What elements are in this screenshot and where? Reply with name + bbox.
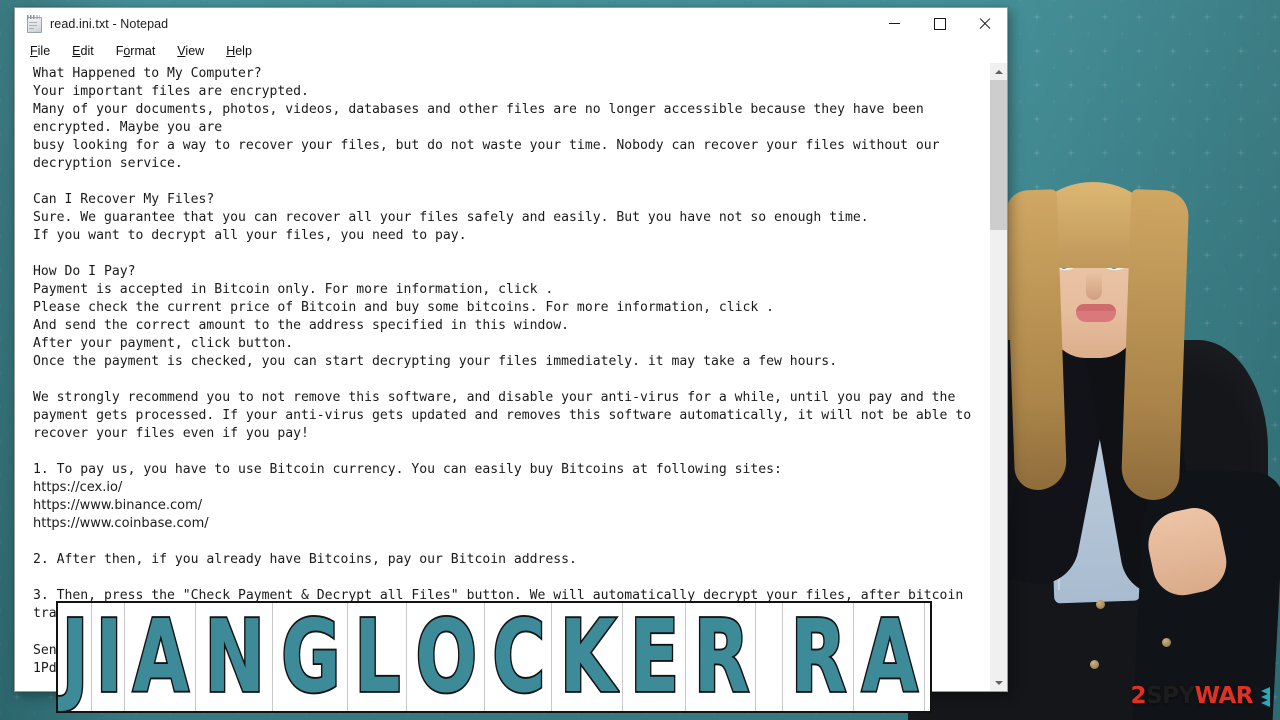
2spyware-logo: 2 SPY WAR: [1131, 685, 1270, 708]
menu-view[interactable]: View: [177, 44, 204, 58]
banner-letter-cell: A: [854, 603, 925, 711]
banner-letter: E: [628, 601, 680, 713]
banner-letter-cell: N: [925, 603, 930, 711]
note-line: How Do I Pay?: [33, 264, 136, 280]
scrollbar-thumb[interactable]: [990, 80, 1007, 230]
note-line: [33, 569, 989, 587]
note-line: What Happened to My Computer?: [33, 66, 262, 81]
note-line: After your payment, click button.: [33, 336, 294, 352]
note-line: Sure. We guarantee that you can recover …: [33, 210, 869, 226]
banner-letter: J: [60, 601, 90, 713]
note-line: Please check the current price of Bitcoi…: [33, 300, 775, 316]
banner-letter-cell: C: [485, 603, 552, 711]
banner-letter-cell: G: [273, 601, 349, 713]
banner-letter-cell: J: [58, 603, 92, 711]
note-line: Can I Recover My Files?: [33, 192, 215, 208]
banner-letter-cell: O: [407, 603, 485, 711]
note-line: [33, 173, 989, 191]
window-controls[interactable]: [872, 8, 1007, 39]
note-line: https://www.coinbase.com/: [33, 516, 209, 532]
note-line: [33, 533, 989, 551]
minimize-button[interactable]: [872, 8, 917, 39]
banner-word-gap: [756, 603, 784, 711]
note-line: [33, 443, 989, 461]
vertical-scrollbar[interactable]: [989, 63, 1007, 691]
banner-letter: R: [790, 601, 849, 713]
scroll-down-arrow-icon[interactable]: [990, 674, 1007, 691]
ransomware-title-banner: JIANGLOCKERRANSOMWARE: [56, 601, 932, 713]
menu-help[interactable]: Help: [226, 44, 252, 58]
banner-letter: R: [692, 601, 751, 713]
close-button[interactable]: [962, 8, 1007, 39]
banner-letter-cell: R: [783, 603, 854, 711]
note-line: Many of your documents, photos, videos, …: [33, 102, 924, 118]
logo-e-icon: [1254, 686, 1270, 707]
banner-letter: L: [353, 601, 402, 713]
note-line: And send the correct amount to the addre…: [33, 318, 570, 334]
note-line: encrypted. Maybe you are: [33, 120, 223, 136]
notepad-title-bar[interactable]: read.ini.txt - Notepad: [15, 8, 1007, 39]
note-line: payment gets processed. If your anti-vir…: [33, 408, 972, 424]
banner-letter: O: [414, 601, 478, 713]
note-line: 2. After then, if you already have Bitco…: [33, 552, 577, 568]
banner-letter-cell: R: [686, 603, 757, 711]
note-line: decryption service.: [33, 156, 183, 172]
logo-spy: SPY: [1146, 683, 1195, 709]
window-title: read.ini.txt - Notepad: [50, 16, 169, 31]
note-line: [33, 371, 989, 389]
note-line: Once the payment is checked, you can sta…: [33, 354, 838, 370]
banner-letter-cell: A: [125, 601, 197, 713]
note-line: 1. To pay us, you have to use Bitcoin cu…: [33, 462, 782, 478]
note-line: If you want to decrypt all your files, y…: [33, 228, 467, 244]
note-line: Your important files are encrypted.: [33, 84, 309, 100]
notepad-window[interactable]: read.ini.txt - Notepad File Edit Format …: [14, 7, 1008, 692]
screenshot-root: read.ini.txt - Notepad File Edit Format …: [0, 0, 1280, 720]
notepad-text-area-wrapper[interactable]: What Happened to My Computer? Your import…: [15, 62, 1007, 691]
note-line: busy looking for a way to recover your f…: [33, 138, 940, 154]
note-line: We strongly recommend you to not remove …: [33, 390, 956, 406]
maximize-button[interactable]: [917, 8, 962, 39]
scroll-up-arrow-icon[interactable]: [990, 63, 1007, 80]
note-line: Payment is accepted in Bitcoin only. For…: [33, 282, 554, 298]
logo-digit: 2: [1130, 683, 1147, 709]
note-line: [33, 245, 989, 263]
banner-letter-cell: L: [348, 601, 407, 713]
menu-file[interactable]: File: [30, 44, 50, 58]
banner-letter-cell: K: [552, 601, 624, 713]
note-line: https://cex.io/: [33, 480, 123, 496]
ransom-note-text[interactable]: What Happened to My Computer? Your import…: [15, 63, 989, 691]
logo-war: WAR: [1194, 683, 1254, 709]
banner-letter: I: [94, 601, 124, 713]
notepad-menu-bar[interactable]: File Edit Format View Help: [15, 39, 1007, 62]
banner-letter-cell: N: [196, 601, 274, 713]
banner-letter: A: [860, 601, 919, 713]
banner-letter: A: [132, 601, 191, 713]
banner-letter: K: [558, 601, 617, 713]
banner-letter-cell: E: [623, 603, 686, 711]
banner-letter: N: [203, 601, 266, 713]
notepad-icon: [26, 15, 42, 33]
menu-edit[interactable]: Edit: [72, 44, 94, 58]
note-line: recover your files even if you pay!: [33, 426, 309, 442]
menu-format[interactable]: Format: [116, 44, 156, 58]
banner-letter: G: [280, 601, 342, 713]
banner-letter-cell: I: [92, 603, 126, 711]
note-line: https://www.binance.com/: [33, 498, 203, 514]
banner-letter: C: [491, 601, 547, 713]
